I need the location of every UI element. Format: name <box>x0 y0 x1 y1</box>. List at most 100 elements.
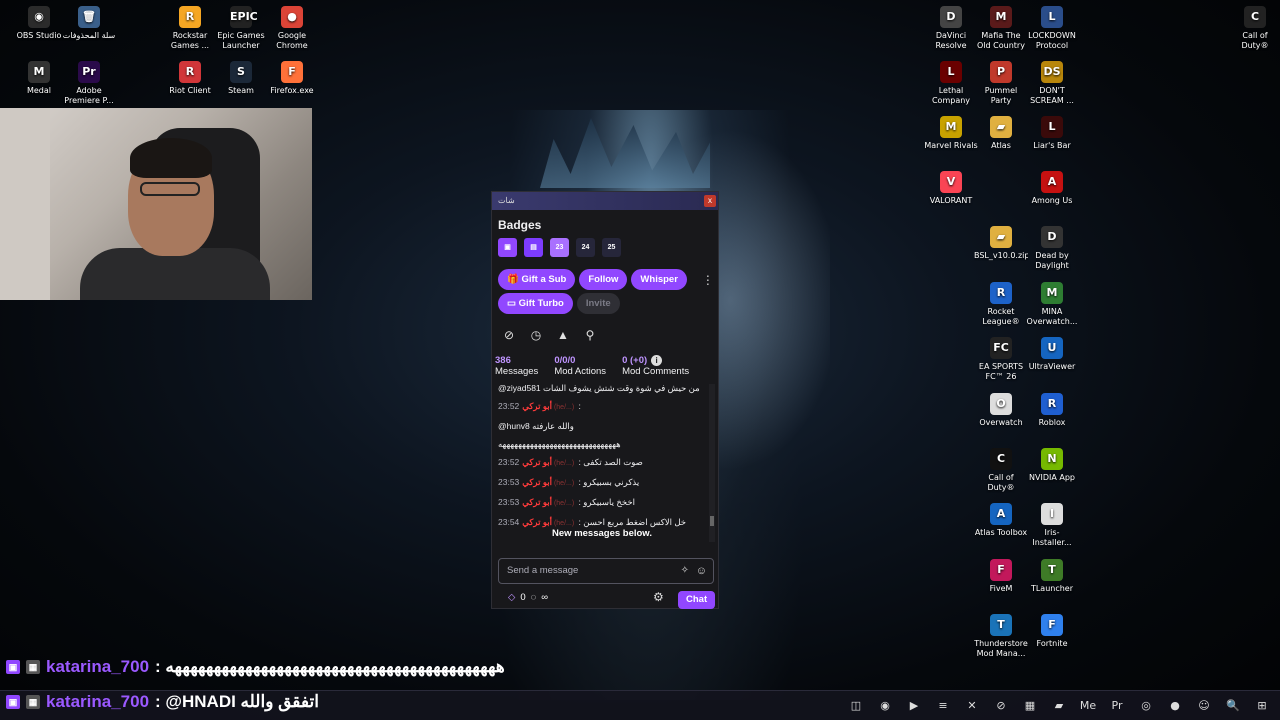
whisper-button[interactable]: Whisper <box>631 269 687 290</box>
message-username[interactable]: أبو تركي <box>522 401 552 411</box>
desktop-icon[interactable]: I Iris-Installer... <box>1025 499 1079 548</box>
desktop-icon-label: Google Chrome <box>276 31 308 50</box>
channel-points[interactable]: ◇ 0 ◌ ∞ <box>508 592 548 603</box>
add-mod-icon[interactable]: ⚲ <box>583 328 597 342</box>
desktop-icon[interactable]: ● Google Chrome <box>265 2 319 51</box>
message-username[interactable]: أبو تركي <box>522 517 552 527</box>
taskbar-app-icon[interactable]: 🔍 <box>1223 695 1243 717</box>
desktop-icon[interactable]: EPIC Epic Games Launcher <box>214 2 268 51</box>
taskbar-app-icon[interactable]: ⊞ <box>1252 695 1272 717</box>
taskbar-app-icon[interactable]: ▦ <box>1020 695 1040 717</box>
ban-icon[interactable]: ⊘ <box>502 328 516 342</box>
taskbar-app-icon[interactable]: ◫ <box>846 695 866 717</box>
chat-message: 23:53 أبو تركي (he/...) : يذكرني بسبيكرو <box>492 476 712 490</box>
desktop-icon[interactable]: F Firefox.exe <box>265 57 319 96</box>
desktop-icon[interactable]: R Roblox <box>1025 389 1079 428</box>
desktop-icon[interactable]: A Among Us <box>1025 167 1079 206</box>
desktop-icon[interactable]: N NVIDIA App <box>1025 444 1079 483</box>
desktop-icon[interactable]: DS DON'T SCREAM ... <box>1025 57 1079 106</box>
infinity-label: ∞ <box>541 592 549 603</box>
badge-icon: ▦ <box>26 660 40 674</box>
info-icon[interactable]: i <box>651 355 663 366</box>
desktop-icon[interactable]: Pr Adobe Premiere P... <box>62 57 116 106</box>
desktop-icon[interactable]: L LOCKDOWN Protocol <box>1025 2 1079 51</box>
desktop-icon[interactable]: M MINA Overwatch... <box>1025 278 1079 327</box>
desktop-icon[interactable]: O Overwatch <box>974 389 1028 428</box>
message-username[interactable]: أبو تركي <box>522 477 552 487</box>
follow-button[interactable]: Follow <box>579 269 628 290</box>
badge-icon[interactable]: 25 <box>602 238 621 257</box>
chat-message: 23:53 أبو تركي (he/...) : اخخخ ياسبيكرو <box>492 496 712 510</box>
badge-icon[interactable]: 24 <box>576 238 595 257</box>
desktop-icon[interactable]: R Rockstar Games ... <box>163 2 217 51</box>
desktop-icon[interactable]: L Lethal Company <box>924 57 978 106</box>
messages-stat[interactable]: 386 Messages <box>495 355 538 377</box>
chat-input[interactable]: Send a message ✧ ☺ <box>498 558 714 584</box>
taskbar-app-icon[interactable]: ▶ <box>904 695 924 717</box>
desktop-icon[interactable]: D DaVinci Resolve <box>924 2 978 51</box>
taskbar-app-icon[interactable]: ◎ <box>1136 695 1156 717</box>
taskbar-app-icon[interactable]: ⊘ <box>991 695 1011 717</box>
timeout-icon[interactable]: ◷ <box>529 328 543 342</box>
desktop-icon[interactable]: 🗑 سلة المحذوفات <box>62 2 116 41</box>
mod-comments-stat[interactable]: 0 (+0) i Mod Comments <box>622 355 689 377</box>
desktop-icon-label: Pummel Party <box>984 86 1018 105</box>
taskbar-app-icon[interactable]: Me <box>1078 695 1098 717</box>
desktop-icon[interactable]: A Atlas Toolbox <box>974 499 1028 538</box>
desktop-icon[interactable]: L Liar's Bar <box>1025 112 1079 151</box>
taskbar-app-icon[interactable]: ● <box>1165 695 1185 717</box>
new-messages-notice[interactable]: New messages below. <box>492 528 712 539</box>
badge-icon[interactable]: 23 <box>550 238 569 257</box>
chat-scrollbar[interactable] <box>709 384 715 542</box>
close-button[interactable]: x <box>704 195 716 207</box>
message-username[interactable]: أبو تركي <box>522 457 552 467</box>
desktop-icon[interactable]: C Call of Duty® <box>974 444 1028 493</box>
taskbar-app-icon[interactable]: ✕ <box>962 695 982 717</box>
desktop-icon-label: Medal <box>26 86 52 95</box>
desktop-icon[interactable]: U UltraViewer <box>1025 333 1079 372</box>
settings-gear-icon[interactable]: ⚙ <box>653 590 664 604</box>
taskbar-app-icon[interactable]: ☺ <box>1194 695 1214 717</box>
desktop-icon[interactable]: C Call of Duty® <box>1228 2 1280 51</box>
desktop-icon[interactable]: M Medal <box>12 57 66 96</box>
badge-icon[interactable]: ▤ <box>524 238 543 257</box>
desktop-icon[interactable]: F FiveM <box>974 555 1028 594</box>
desktop-icon[interactable]: F Fortnite <box>1025 610 1079 649</box>
turbo-icon: ▭ <box>507 298 519 309</box>
badge-icon[interactable]: ▣ <box>498 238 517 257</box>
gift-sub-button[interactable]: 🎁 Gift a Sub <box>498 269 576 290</box>
desktop-icon-label: Steam <box>228 86 254 95</box>
chat-window-titlebar[interactable]: شات x <box>492 192 718 210</box>
taskbar-app-icon[interactable]: ◉ <box>875 695 895 717</box>
taskbar-app-icon[interactable]: ▰ <box>1049 695 1069 717</box>
desktop-icon[interactable]: ◉ OBS Studio <box>12 2 66 41</box>
desktop-icon[interactable]: V VALORANT <box>924 167 978 206</box>
desktop-icon[interactable]: S Steam <box>214 57 268 96</box>
emote-icon[interactable]: ☺ <box>696 559 707 583</box>
gift-turbo-button[interactable]: ▭ Gift Turbo <box>498 293 573 314</box>
desktop-icon[interactable]: ▰ BSL_v10.0.zip <box>974 222 1028 261</box>
message-time: 23:54 <box>498 517 520 527</box>
chat-window[interactable]: شات x Badges ▣ ▤ 23 24 25 🎁 Gift a Sub Follo… <box>491 191 719 609</box>
desktop-icon[interactable]: D Dead by Daylight <box>1025 222 1079 271</box>
desktop-icon[interactable]: T TLauncher <box>1025 555 1079 594</box>
desktop-icon[interactable]: R Riot Client <box>163 57 217 96</box>
warning-icon[interactable]: ▲ <box>556 328 570 342</box>
more-options-icon[interactable]: ⋮ <box>701 273 715 287</box>
desktop-icon[interactable]: M Mafia The Old Country <box>974 2 1028 51</box>
chat-send-button[interactable]: Chat <box>678 591 716 609</box>
desktop-icon[interactable]: M Marvel Rivals <box>924 112 978 151</box>
mod-actions-stat[interactable]: 0/0/0 Mod Actions <box>554 355 606 377</box>
desktop-icon[interactable]: T Thunderstore Mod Mana... <box>974 610 1028 659</box>
desktop-icon[interactable]: P Pummel Party <box>974 57 1028 106</box>
bits-icon[interactable]: ✧ <box>681 559 689 583</box>
taskbar-app-icon[interactable]: Pr <box>1107 695 1127 717</box>
desktop-icon[interactable]: FC EA SPORTS FC™ 26 <box>974 333 1028 382</box>
desktop-icon[interactable]: ▰ Atlas <box>974 112 1028 151</box>
chat-input-placeholder: Send a message <box>507 565 579 576</box>
taskbar-app-icon[interactable]: ≡ <box>933 695 953 717</box>
invite-button[interactable]: Invite <box>576 293 620 314</box>
message-username[interactable]: أبو تركي <box>522 497 552 507</box>
desktop-icon-label: Atlas Toolbox <box>974 528 1028 537</box>
desktop-icon[interactable]: R Rocket League® <box>974 278 1028 327</box>
